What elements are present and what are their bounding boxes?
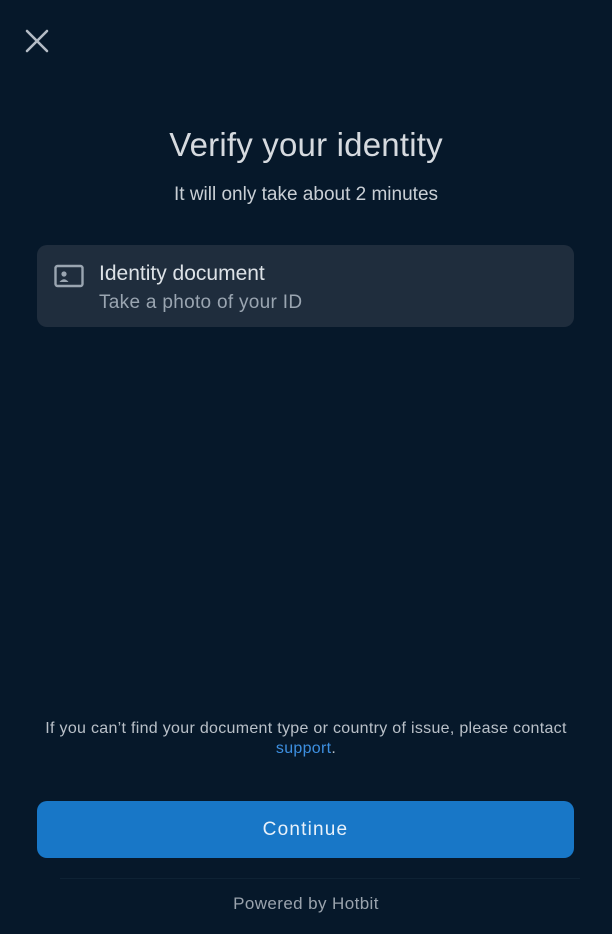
help-text-body: If you can’t find your document type or … [45, 720, 567, 737]
footer-divider [60, 878, 580, 879]
close-icon [25, 29, 49, 53]
id-card-icon [54, 264, 84, 288]
support-link[interactable]: support [276, 740, 331, 757]
identity-document-option[interactable]: Identity document Take a photo of your I… [37, 245, 574, 327]
continue-button[interactable]: Continue [37, 801, 574, 858]
page-subtitle: It will only take about 2 minutes [173, 184, 439, 205]
help-text: If you can’t find your document type or … [40, 719, 572, 759]
close-button[interactable] [20, 24, 54, 58]
powered-by-text: Powered by Hotbit [233, 894, 379, 913]
document-option-title: Identity document [99, 262, 265, 285]
document-option-subtitle: Take a photo of your ID [99, 292, 303, 313]
page-title: Verify your identity [169, 126, 443, 163]
help-text-end: . [331, 740, 337, 757]
